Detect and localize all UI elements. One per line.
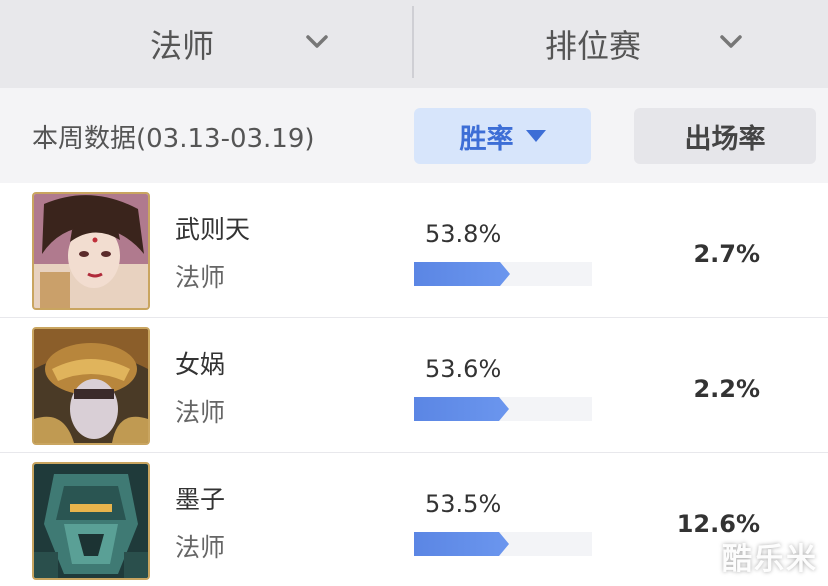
watermark-logo: 酷乐米 [722,542,818,577]
week-range-label: 本周数据(03.13-03.19) [32,124,315,154]
hero-name: 女娲 [175,350,226,379]
win-rate-value: 53.5% [425,490,502,518]
mode-filter-dropdown[interactable]: 排位赛 [545,0,641,88]
wu-zetian-portrait-icon [32,192,150,310]
pick-rate-value: 2.7% [693,240,760,268]
hero-role: 法师 [175,398,226,427]
mode-filter-label: 排位赛 [545,27,642,65]
mozi-portrait-icon [32,462,150,580]
hero-role: 法师 [175,533,226,562]
hero-row[interactable]: 武则天 法师 53.8% 2.7% [0,184,828,318]
chevron-down-icon[interactable] [305,32,329,52]
hero-name: 墨子 [175,485,226,514]
win-rate-value: 53.6% [425,355,502,383]
class-filter-label: 法师 [150,27,215,65]
sort-pick-rate-button[interactable]: 出场率 [634,108,816,164]
caret-down-icon [525,130,546,142]
pick-rate-value: 2.2% [693,375,760,403]
nuwa-portrait-icon [32,327,150,445]
win-rate-bar [414,532,592,556]
sort-win-rate-label: 胜率 [459,123,514,155]
filter-divider [412,6,414,78]
win-rate-bar [414,262,592,286]
win-rate-value: 53.8% [425,220,502,248]
hero-row[interactable]: 墨子 法师 53.5% 12.6% [0,454,828,586]
chevron-down-icon[interactable] [719,32,743,52]
sort-win-rate-button[interactable]: 胜率 [414,108,591,164]
sort-pick-rate-label: 出场率 [684,123,766,155]
hero-row[interactable]: 女娲 法师 53.6% 2.2% [0,319,828,453]
hero-role: 法师 [175,263,226,292]
filter-bar: 法师 排位赛 [0,0,828,88]
win-rate-bar-fill [414,262,510,286]
win-rate-bar-fill [414,532,509,556]
win-rate-bar [414,397,592,421]
class-filter-dropdown[interactable]: 法师 [150,0,214,88]
win-rate-bar-fill [414,397,509,421]
hero-name: 武则天 [175,215,251,244]
